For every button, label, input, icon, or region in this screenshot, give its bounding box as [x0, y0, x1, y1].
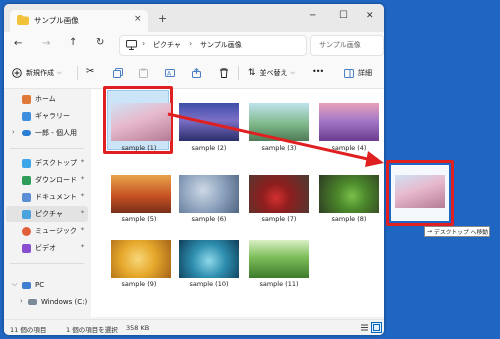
drag-tooltip-label: デスクトップ へ移動 [434, 230, 489, 236]
drag-preview [391, 165, 449, 221]
drag-thumbnail [395, 175, 445, 208]
drag-tooltip: → デスクトップ へ移動 [424, 226, 490, 237]
arrow-right-icon: → [427, 228, 433, 235]
